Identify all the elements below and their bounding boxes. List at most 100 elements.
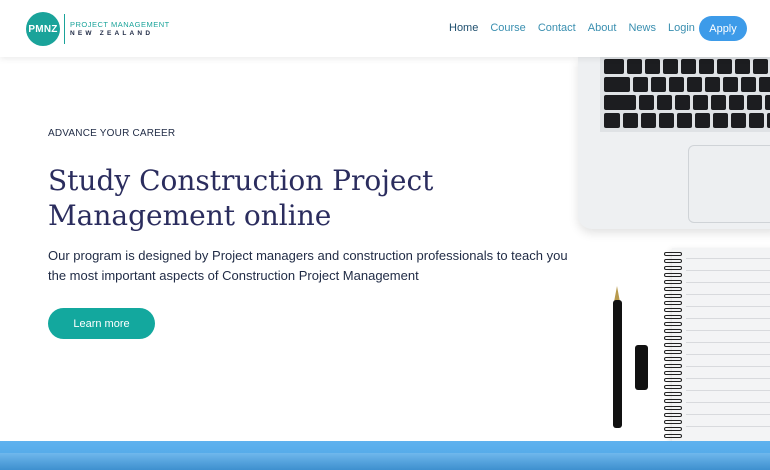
keyboard-key (711, 95, 726, 110)
keyboard-key (731, 113, 746, 128)
keyboard-key (663, 59, 678, 74)
notebook-line (686, 402, 770, 403)
keyboard-key (657, 95, 672, 110)
learn-more-button[interactable]: Learn more (48, 308, 155, 339)
keyboard-key (713, 113, 728, 128)
keyboard-key (669, 77, 684, 92)
nav-course[interactable]: Course (490, 22, 525, 34)
notebook-line (686, 354, 770, 355)
spiral-ring (664, 266, 682, 270)
spiral-ring (664, 378, 682, 382)
spiral-ring (664, 259, 682, 263)
spiral-ring (664, 427, 682, 431)
spiral-ring (664, 343, 682, 347)
notebook-line (686, 342, 770, 343)
notebook-line (686, 282, 770, 283)
laptop-trackpad (688, 145, 770, 223)
keyboard-key (675, 95, 690, 110)
nav-about[interactable]: About (588, 22, 617, 34)
keyboard-key (677, 113, 692, 128)
notebook-line (686, 390, 770, 391)
laptop-image (578, 57, 770, 229)
keyboard-key (717, 59, 732, 74)
notebook-line (686, 378, 770, 379)
spiral-ring (664, 350, 682, 354)
keyboard-key (747, 95, 762, 110)
spiral-ring (664, 252, 682, 256)
bottom-banner-image (0, 441, 770, 470)
logo-divider (64, 14, 65, 44)
notebook-line (686, 258, 770, 259)
keyboard-key (705, 77, 720, 92)
spiral-ring (664, 434, 682, 438)
keyboard-key (693, 95, 708, 110)
spiral-ring (664, 357, 682, 361)
keyboard-key (695, 113, 710, 128)
keyboard-key (633, 77, 648, 92)
keyboard-key (651, 77, 666, 92)
keyboard-key (623, 113, 638, 128)
logo-wordmark: PROJECT MANAGEMENT NEW ZEALAND (70, 20, 170, 38)
keyboard-key (641, 113, 656, 128)
spiral-ring (664, 385, 682, 389)
notebook-line (686, 318, 770, 319)
spiral-ring (664, 413, 682, 417)
keyboard-key (604, 59, 624, 74)
keyboard-key (765, 95, 770, 110)
main-nav: Home Course Contact About News Login (449, 22, 707, 34)
keyboard-key (645, 59, 660, 74)
keyboard-key (759, 77, 770, 92)
keyboard-key (735, 59, 750, 74)
spiral-ring (664, 315, 682, 319)
notebook-line (686, 306, 770, 307)
keyboard-key (753, 59, 768, 74)
spiral-ring (664, 280, 682, 284)
spiral-ring (664, 392, 682, 396)
logo-badge: PMNZ (26, 12, 60, 46)
spiral-ring (664, 406, 682, 410)
brand-logo[interactable]: PMNZ PROJECT MANAGEMENT NEW ZEALAND (26, 12, 170, 46)
keyboard-key (604, 77, 630, 92)
keyboard-key (723, 77, 738, 92)
keyboard-key (604, 95, 636, 110)
keyboard-key (604, 113, 620, 128)
keyboard-key (627, 59, 642, 74)
logo-line-1: PROJECT MANAGEMENT (70, 20, 170, 29)
keyboard-key (729, 95, 744, 110)
keyboard-key (659, 113, 674, 128)
keyboard-key (681, 59, 696, 74)
spiral-ring (664, 399, 682, 403)
notebook-line (686, 366, 770, 367)
pen-image (613, 300, 622, 428)
hero-eyebrow: ADVANCE YOUR CAREER (48, 128, 176, 139)
spiral-ring (664, 294, 682, 298)
keyboard-key (687, 77, 702, 92)
spiral-ring (664, 308, 682, 312)
notebook-line (686, 270, 770, 271)
spiral-ring (664, 301, 682, 305)
notebook-image (672, 248, 770, 443)
keyboard-key (741, 77, 756, 92)
spiral-ring (664, 329, 682, 333)
nav-news[interactable]: News (628, 22, 656, 34)
nav-contact[interactable]: Contact (538, 22, 576, 34)
logo-line-2: NEW ZEALAND (70, 30, 154, 37)
keyboard-key (749, 113, 764, 128)
spiral-ring (664, 322, 682, 326)
banner-landscape (0, 453, 770, 470)
keyboard-key (699, 59, 714, 74)
pen-cap (635, 345, 648, 390)
hero-description: Our program is designed by Project manag… (48, 248, 568, 283)
notebook-line (686, 426, 770, 427)
spiral-ring (664, 364, 682, 368)
laptop-keyboard (600, 57, 770, 132)
spiral-ring (664, 371, 682, 375)
keyboard-key (639, 95, 654, 110)
spiral-ring (664, 336, 682, 340)
notebook-line (686, 294, 770, 295)
nav-login[interactable]: Login (668, 22, 695, 34)
notebook-line (686, 330, 770, 331)
spiral-ring (664, 287, 682, 291)
apply-button[interactable]: Apply (699, 16, 747, 41)
nav-home[interactable]: Home (449, 22, 478, 34)
